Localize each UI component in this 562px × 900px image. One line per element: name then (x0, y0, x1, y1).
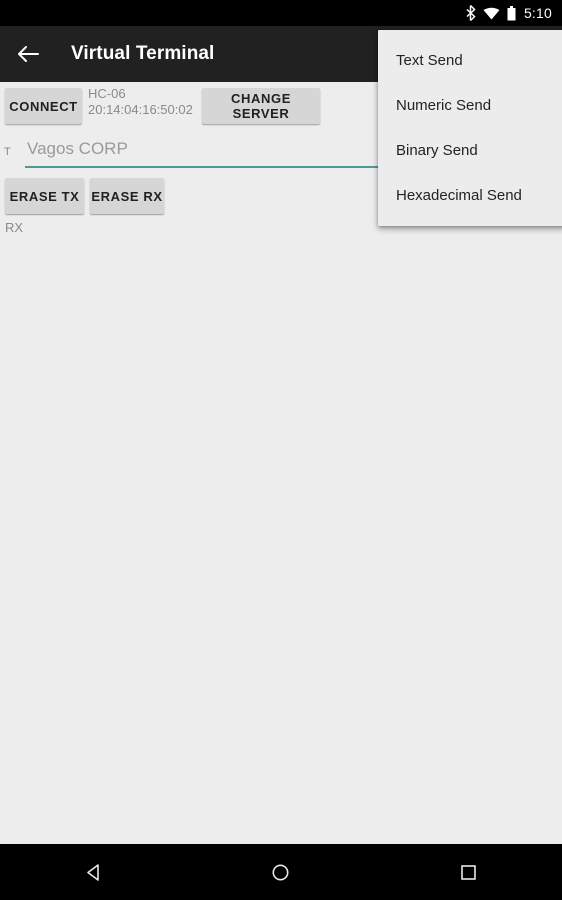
wifi-icon (483, 7, 500, 20)
battery-icon (507, 5, 516, 21)
menu-item-binary-send[interactable]: Binary Send (378, 128, 562, 173)
tx-field-label: T (4, 146, 11, 158)
back-arrow-icon[interactable] (16, 42, 40, 66)
menu-item-hexadecimal-send[interactable]: Hexadecimal Send (378, 173, 562, 218)
erase-tx-button[interactable]: ERASE TX (5, 178, 84, 214)
android-nav-bar (0, 844, 562, 900)
erase-rx-button[interactable]: ERASE RX (90, 178, 164, 214)
device-info: HC-06 20:14:04:16:50:02 (88, 86, 193, 118)
change-server-button[interactable]: CHANGE SERVER (202, 88, 320, 124)
app-screen: 5:10 Virtual Terminal CONNECT HC-06 20:1… (0, 0, 562, 900)
device-address: 20:14:04:16:50:02 (88, 102, 193, 117)
rx-label: RX (5, 220, 24, 235)
page-title: Virtual Terminal (71, 43, 215, 64)
status-bar: 5:10 (0, 0, 562, 26)
nav-home-circle-icon[interactable] (253, 844, 309, 900)
menu-item-numeric-send[interactable]: Numeric Send (378, 83, 562, 128)
nav-back-triangle-icon[interactable] (66, 844, 122, 900)
bluetooth-icon (465, 5, 476, 21)
device-name: HC-06 (88, 86, 126, 101)
nav-recents-square-icon[interactable] (440, 844, 496, 900)
connect-button[interactable]: CONNECT (5, 88, 82, 124)
rx-output-area (0, 240, 562, 844)
status-bar-clock: 5:10 (523, 5, 552, 21)
overflow-menu: Text Send Numeric Send Binary Send Hexad… (378, 30, 562, 226)
menu-item-text-send[interactable]: Text Send (378, 38, 562, 83)
